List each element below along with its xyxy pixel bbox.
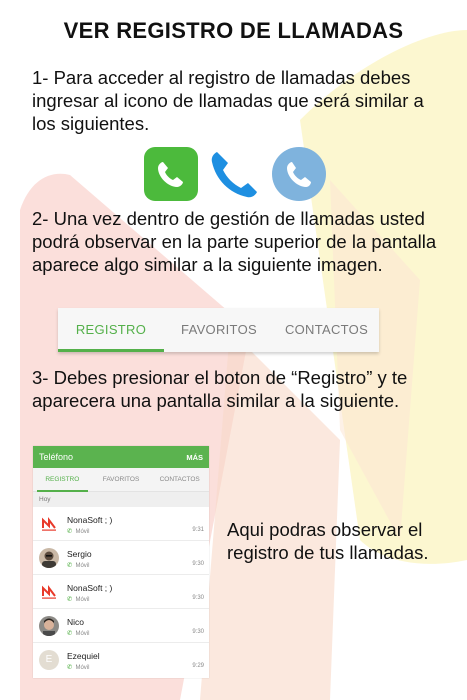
- page-content: VER REGISTRO DE LLAMADAS 1- Para acceder…: [0, 0, 467, 700]
- letter-avatar-icon: E: [39, 650, 59, 670]
- contact-name: NonaSoft ; ): [67, 515, 113, 525]
- call-time: 9:31: [192, 527, 204, 533]
- call-time: 9:29: [192, 663, 204, 669]
- contact-name: Sergio: [67, 549, 92, 559]
- section-header: Hoy: [33, 492, 209, 507]
- nonasoft-logo-icon: [39, 514, 59, 534]
- call-time: 9:30: [192, 561, 204, 567]
- phone-screenshot: Teléfono MÁS REGISTRO FAVORITOS CONTACTO…: [33, 446, 209, 678]
- active-tab-indicator: [58, 349, 164, 352]
- phone-tab-registro[interactable]: REGISTRO: [33, 468, 92, 492]
- phone-icon-blue-handset: [211, 152, 257, 198]
- call-type: ✆ Móvil: [67, 528, 90, 535]
- step-3-text: 3- Debes presionar el boton de “Registro…: [32, 367, 408, 411]
- phone-icon-green-square: [144, 147, 198, 201]
- contact-name: Nico: [67, 617, 85, 627]
- nonasoft-logo-icon: [39, 582, 59, 602]
- incoming-call-icon: ✆: [67, 630, 73, 637]
- phone-tabs: REGISTRO FAVORITOS CONTACTOS: [33, 468, 209, 492]
- call-time: 9:30: [192, 629, 204, 635]
- incoming-call-icon: ✆: [67, 664, 73, 671]
- avatar-photo-icon: [39, 616, 59, 636]
- call-type: ✆ Móvil: [67, 562, 90, 569]
- call-log-row[interactable]: NonaSoft ; ) ✆ Móvil 9:30: [33, 575, 209, 609]
- call-log-row[interactable]: NonaSoft ; ) ✆ Móvil 9:31: [33, 507, 209, 541]
- call-type: ✆ Móvil: [67, 596, 90, 603]
- phone-tab-contactos[interactable]: CONTACTOS: [150, 468, 209, 492]
- page-title: VER REGISTRO DE LLAMADAS: [63, 18, 404, 43]
- avatar-photo-icon: [39, 548, 59, 568]
- side-note: Aqui podras observar el registro de tus …: [227, 519, 429, 563]
- step-1-text: 1- Para acceder al registro de llamadas …: [32, 67, 424, 134]
- incoming-call-icon: ✆: [67, 596, 73, 603]
- phone-icon-blue-circle: [272, 147, 326, 201]
- phone-header-title: Teléfono: [39, 452, 74, 462]
- contact-name: Ezequiel: [67, 651, 100, 661]
- call-time: 9:30: [192, 595, 204, 601]
- contact-name: NonaSoft ; ): [67, 583, 113, 593]
- call-type: ✆ Móvil: [67, 630, 90, 637]
- tab-bar: REGISTRO FAVORITOS CONTACTOS: [58, 308, 379, 352]
- more-button[interactable]: MÁS: [186, 453, 203, 462]
- call-log-row[interactable]: Sergio ✆ Móvil 9:30: [33, 541, 209, 575]
- call-type: ✆ Móvil: [67, 664, 90, 671]
- step-2-text: 2- Una vez dentro de gestión de llamadas…: [32, 208, 437, 275]
- phone-header: Teléfono MÁS: [33, 446, 209, 468]
- tab-contactos[interactable]: CONTACTOS: [274, 308, 379, 352]
- phone-tab-favoritos[interactable]: FAVORITOS: [92, 468, 151, 492]
- call-log-row[interactable]: Nico ✆ Móvil 9:30: [33, 609, 209, 643]
- tab-favoritos[interactable]: FAVORITOS: [164, 308, 274, 352]
- call-log-row[interactable]: E Ezequiel ✆ Móvil 9:29: [33, 643, 209, 677]
- incoming-call-icon: ✆: [67, 528, 73, 535]
- incoming-call-icon: ✆: [67, 562, 73, 569]
- tab-registro[interactable]: REGISTRO: [58, 308, 164, 352]
